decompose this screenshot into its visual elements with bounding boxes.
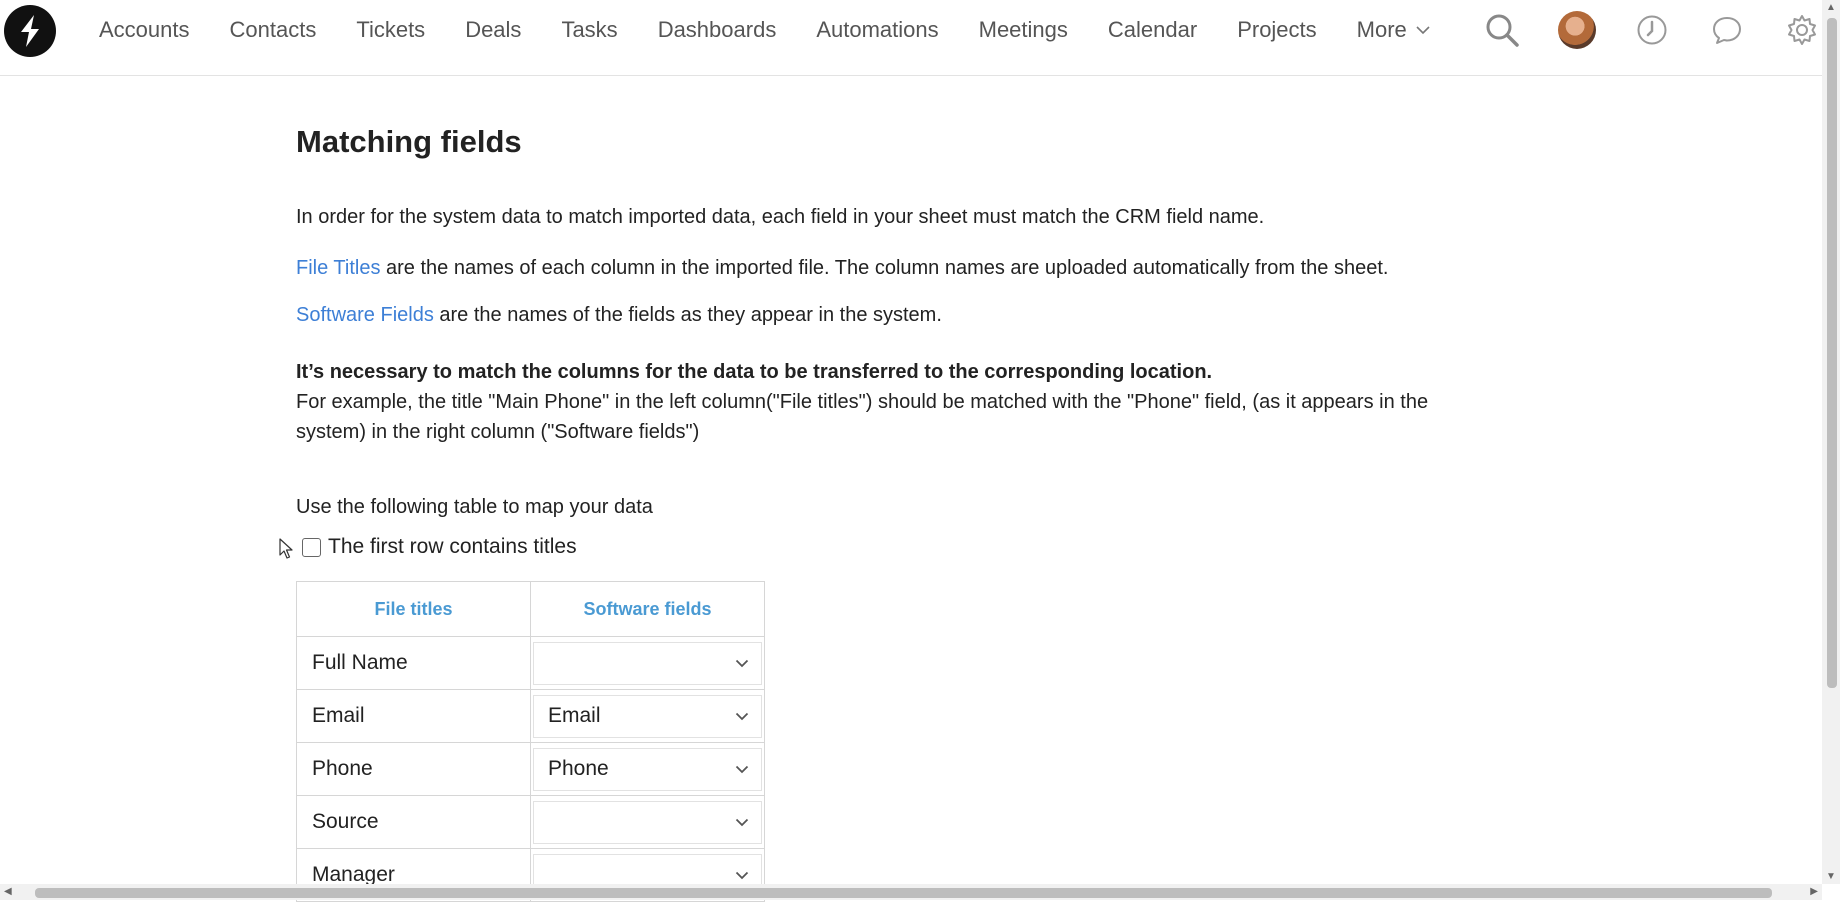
file-titles-link[interactable]: File Titles [296, 257, 380, 279]
nav-accounts[interactable]: Accounts [79, 17, 210, 43]
clock-icon[interactable] [1630, 8, 1674, 52]
software-field-select[interactable] [533, 800, 762, 844]
field-mapping-table: File titles Software fields Full Name Em… [296, 581, 765, 902]
vertical-scrollbar-thumb[interactable] [1827, 18, 1837, 688]
software-fields-description: Software Fields are the names of the fie… [296, 300, 1456, 330]
nav-tasks[interactable]: Tasks [541, 17, 637, 43]
nav-meetings[interactable]: Meetings [959, 17, 1088, 43]
software-field-cell [530, 795, 765, 849]
nav-contacts[interactable]: Contacts [210, 17, 337, 43]
chevron-down-icon [735, 871, 749, 879]
table-header-row: File titles Software fields [296, 581, 765, 637]
file-titles-description: File Titles are the names of each column… [296, 253, 1456, 283]
chevron-down-icon [735, 712, 749, 720]
vertical-scrollbar[interactable]: ▲ ▼ [1822, 0, 1840, 884]
nav-tickets[interactable]: Tickets [336, 17, 445, 43]
horizontal-scrollbar[interactable]: ◀ ▶ [0, 884, 1822, 900]
software-fields-link[interactable]: Software Fields [296, 304, 434, 326]
table-intro: Use the following table to map your data [296, 496, 653, 518]
user-avatar[interactable] [1555, 8, 1599, 52]
column-header-software-fields: Software fields [530, 581, 765, 637]
chevron-down-icon [1416, 26, 1430, 35]
avatar [1558, 11, 1596, 49]
column-header-file-titles: File titles [296, 581, 531, 637]
software-fields-text: are the names of the fields as they appe… [433, 304, 942, 326]
gear-icon[interactable] [1780, 8, 1824, 52]
page-title: Matching fields [296, 124, 522, 159]
table-row: Email Email [296, 689, 765, 743]
scroll-down-arrow-icon[interactable]: ▼ [1826, 871, 1836, 882]
chevron-down-icon [735, 765, 749, 773]
first-row-titles-checkbox[interactable] [302, 537, 321, 557]
software-field-select[interactable]: Email [533, 694, 762, 738]
mapping-example: For example, the title "Main Phone" in t… [296, 391, 1429, 443]
software-field-cell: Email [530, 689, 765, 743]
software-field-cell [530, 636, 765, 690]
intro-text: In order for the system data to match im… [296, 206, 1265, 228]
file-title-cell: Email [296, 689, 531, 743]
table-row: Source [296, 795, 765, 849]
chevron-down-icon [735, 818, 749, 826]
main-nav: Accounts Contacts Tickets Deals Tasks Da… [79, 0, 1451, 60]
file-title-cell: Full Name [296, 636, 531, 690]
nav-icon-group [1480, 8, 1824, 52]
nav-calendar[interactable]: Calendar [1088, 17, 1217, 43]
top-navbar: Accounts Contacts Tickets Deals Tasks Da… [0, 0, 1822, 76]
software-field-select[interactable] [533, 641, 762, 685]
select-value: Email [548, 704, 601, 727]
chevron-down-icon [735, 659, 749, 667]
horizontal-scrollbar-thumb[interactable] [35, 888, 1772, 898]
mouse-pointer-icon [279, 538, 293, 559]
first-row-titles-option: The first row contains titles [302, 535, 1456, 559]
table-row: Full Name [296, 636, 765, 690]
nav-more-menu[interactable]: More [1337, 17, 1451, 43]
software-field-select[interactable]: Phone [533, 747, 762, 791]
search-icon[interactable] [1480, 8, 1524, 52]
matching-fields-panel: Matching fields In order for the system … [296, 118, 1456, 902]
file-title-cell: Phone [296, 742, 531, 796]
file-title-cell: Source [296, 795, 531, 849]
mapping-notice: It’s necessary to match the columns for … [296, 361, 1213, 383]
nav-dashboards[interactable]: Dashboards [638, 17, 797, 43]
scroll-left-arrow-icon[interactable]: ◀ [4, 886, 12, 897]
scroll-right-arrow-icon[interactable]: ▶ [1810, 886, 1818, 897]
nav-automations[interactable]: Automations [796, 17, 958, 43]
nav-more-label: More [1356, 17, 1407, 42]
first-row-titles-label[interactable]: The first row contains titles [328, 535, 577, 559]
chat-icon[interactable] [1705, 8, 1749, 52]
table-row: Phone Phone [296, 742, 765, 796]
scroll-up-arrow-icon[interactable]: ▲ [1826, 2, 1836, 13]
nav-projects[interactable]: Projects [1217, 17, 1336, 43]
file-titles-text: are the names of each column in the impo… [380, 257, 1389, 279]
select-value: Phone [548, 757, 609, 780]
software-field-cell: Phone [530, 742, 765, 796]
nav-deals[interactable]: Deals [445, 17, 541, 43]
logo-mark-icon [21, 15, 39, 47]
app-logo[interactable] [4, 5, 56, 57]
